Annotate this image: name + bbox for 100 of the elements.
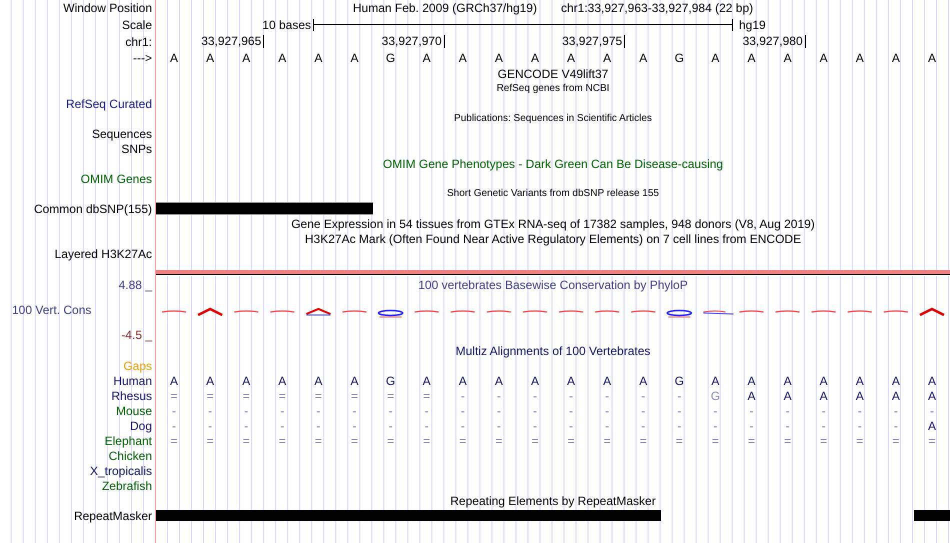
base-letter: A (854, 51, 865, 65)
alignment-char: - (207, 404, 214, 418)
alignment-char: = (746, 434, 756, 448)
alignment-char: - (279, 418, 286, 432)
alignment-char: = (494, 434, 504, 448)
species-label[interactable]: Zebrafish (102, 478, 152, 492)
track-title: 100 vertebrates Basewise Conservation by PhyloP (417, 277, 689, 292)
coordinate-label: 33,927,970 (336, 35, 445, 48)
alignment-char: A (313, 374, 324, 388)
base-letter: A (566, 51, 576, 65)
track-subtitle: Publications: Sequences in Scientific Articles (454, 113, 652, 124)
alignment-char: A (422, 374, 432, 388)
alignment-char: - (928, 404, 935, 418)
alignment-char: - (856, 418, 863, 432)
alignment-char: A (926, 418, 937, 432)
species-label[interactable]: Dog (130, 418, 152, 432)
alignment-char: = (170, 388, 179, 402)
track-subtitle: RefSeq genes from NCBI (496, 83, 610, 94)
track-title: Multiz Alignments of 100 Vertebrates (456, 344, 650, 358)
alignment-char: A (205, 374, 216, 388)
track-title: OMIM Gene Phenotypes - Dark Green Can Be Disease-causing (382, 156, 724, 170)
track-label[interactable]: OMIM Genes (80, 172, 152, 186)
strand-arrow: ---> (133, 51, 152, 65)
alignment-char: - (640, 388, 646, 402)
alignment-char: = (314, 434, 323, 448)
species-label[interactable]: Elephant (104, 434, 152, 448)
alignment-char: = (206, 434, 215, 448)
track-label[interactable]: Sequences (92, 126, 152, 140)
alignment-char: - (424, 404, 430, 418)
base-letter: A (530, 51, 540, 65)
alignment-char: - (171, 404, 178, 418)
track-title: Repeating Elements by RepeatMasker (450, 494, 656, 508)
alignment-char: G (384, 374, 396, 388)
alignment-char: - (604, 388, 610, 402)
track-label[interactable]: RefSeq Curated (66, 96, 152, 110)
alignment-char: = (350, 388, 359, 402)
track-label[interactable]: RepeatMasker (74, 508, 152, 522)
feature-bar (914, 510, 950, 521)
alignment-char: - (604, 404, 610, 418)
alignment-char: = (242, 388, 251, 402)
coordinate-label: 33,927,965 (156, 35, 264, 48)
track-title: Gene Expression in 54 tissues from GTEx RNA-seq of 17382 samples, 948 donors (V8, Aug 2019) (291, 216, 815, 230)
base-letter: A (638, 51, 648, 65)
alignment-char: A (782, 374, 793, 388)
base-letter: A (205, 51, 216, 65)
alignment-char: A (349, 374, 360, 388)
species-label[interactable]: Chicken (108, 448, 152, 462)
alignment-char: A (854, 374, 865, 388)
alignment-char: = (674, 434, 684, 448)
alignment-char: = (566, 434, 576, 448)
alignment-char: - (496, 388, 502, 402)
alignment-char: - (640, 418, 646, 432)
species-label[interactable]: Mouse (116, 404, 152, 418)
alignment-char: = (819, 434, 828, 448)
alignment-char: - (388, 418, 394, 432)
alignment-char: = (278, 434, 287, 448)
alignment-char: - (784, 404, 791, 418)
genome-label: hg19 (738, 18, 766, 32)
alignment-char: - (568, 388, 574, 402)
alignment-char: - (856, 404, 863, 418)
alignment-char: - (568, 418, 574, 432)
alignment-char: - (712, 404, 718, 418)
base-letter: A (458, 51, 468, 65)
track-title: H3K27Ac Mark (Often Found Near Active Regulatory Elements) on 7 cell lines from ENCODE (304, 232, 802, 246)
alignment-char: A (494, 374, 504, 388)
alignment-char: A (818, 388, 829, 402)
alignment-char: - (171, 418, 178, 432)
species-label[interactable]: Human (113, 374, 152, 388)
track-subtitle: Short Genetic Variants from dbSNP release 155 (447, 188, 659, 199)
alignment-char: A (638, 374, 648, 388)
track-label[interactable]: SNPs (121, 142, 152, 156)
base-letter: G (384, 51, 396, 65)
alignment-char: - (243, 418, 250, 432)
alignment-char: = (386, 434, 396, 448)
base-letter: A (818, 51, 829, 65)
base-letter: A (241, 51, 252, 65)
track-label[interactable]: 100 Vert. Cons (0, 303, 92, 317)
species-label[interactable]: X_tropicalis (90, 464, 152, 478)
alignment-char: - (748, 404, 754, 418)
alignment-char: A (746, 374, 756, 388)
base-letter: A (277, 51, 288, 65)
alignment-char: - (640, 404, 646, 418)
alignment-char: G (674, 374, 685, 388)
base-letter: A (349, 51, 360, 65)
alignment-char: = (602, 434, 612, 448)
base-letter: G (674, 51, 685, 65)
alignment-char: - (676, 388, 682, 402)
alignment-char: A (458, 374, 468, 388)
alignment-char: - (460, 404, 466, 418)
species-label[interactable]: Rhesus (111, 388, 152, 402)
scale-length: 10 bases (261, 18, 312, 32)
alignment-char: A (926, 388, 937, 402)
alignment-char: = (386, 388, 396, 402)
base-letter: A (313, 51, 324, 65)
alignment-char: - (243, 404, 250, 418)
track-label[interactable]: Common dbSNP(155) (34, 202, 152, 216)
track-label[interactable]: Layered H3K27Ac (54, 246, 152, 260)
alignment-char: = (638, 434, 648, 448)
alignment-char: - (820, 404, 827, 418)
alignment-char: A (169, 374, 180, 388)
